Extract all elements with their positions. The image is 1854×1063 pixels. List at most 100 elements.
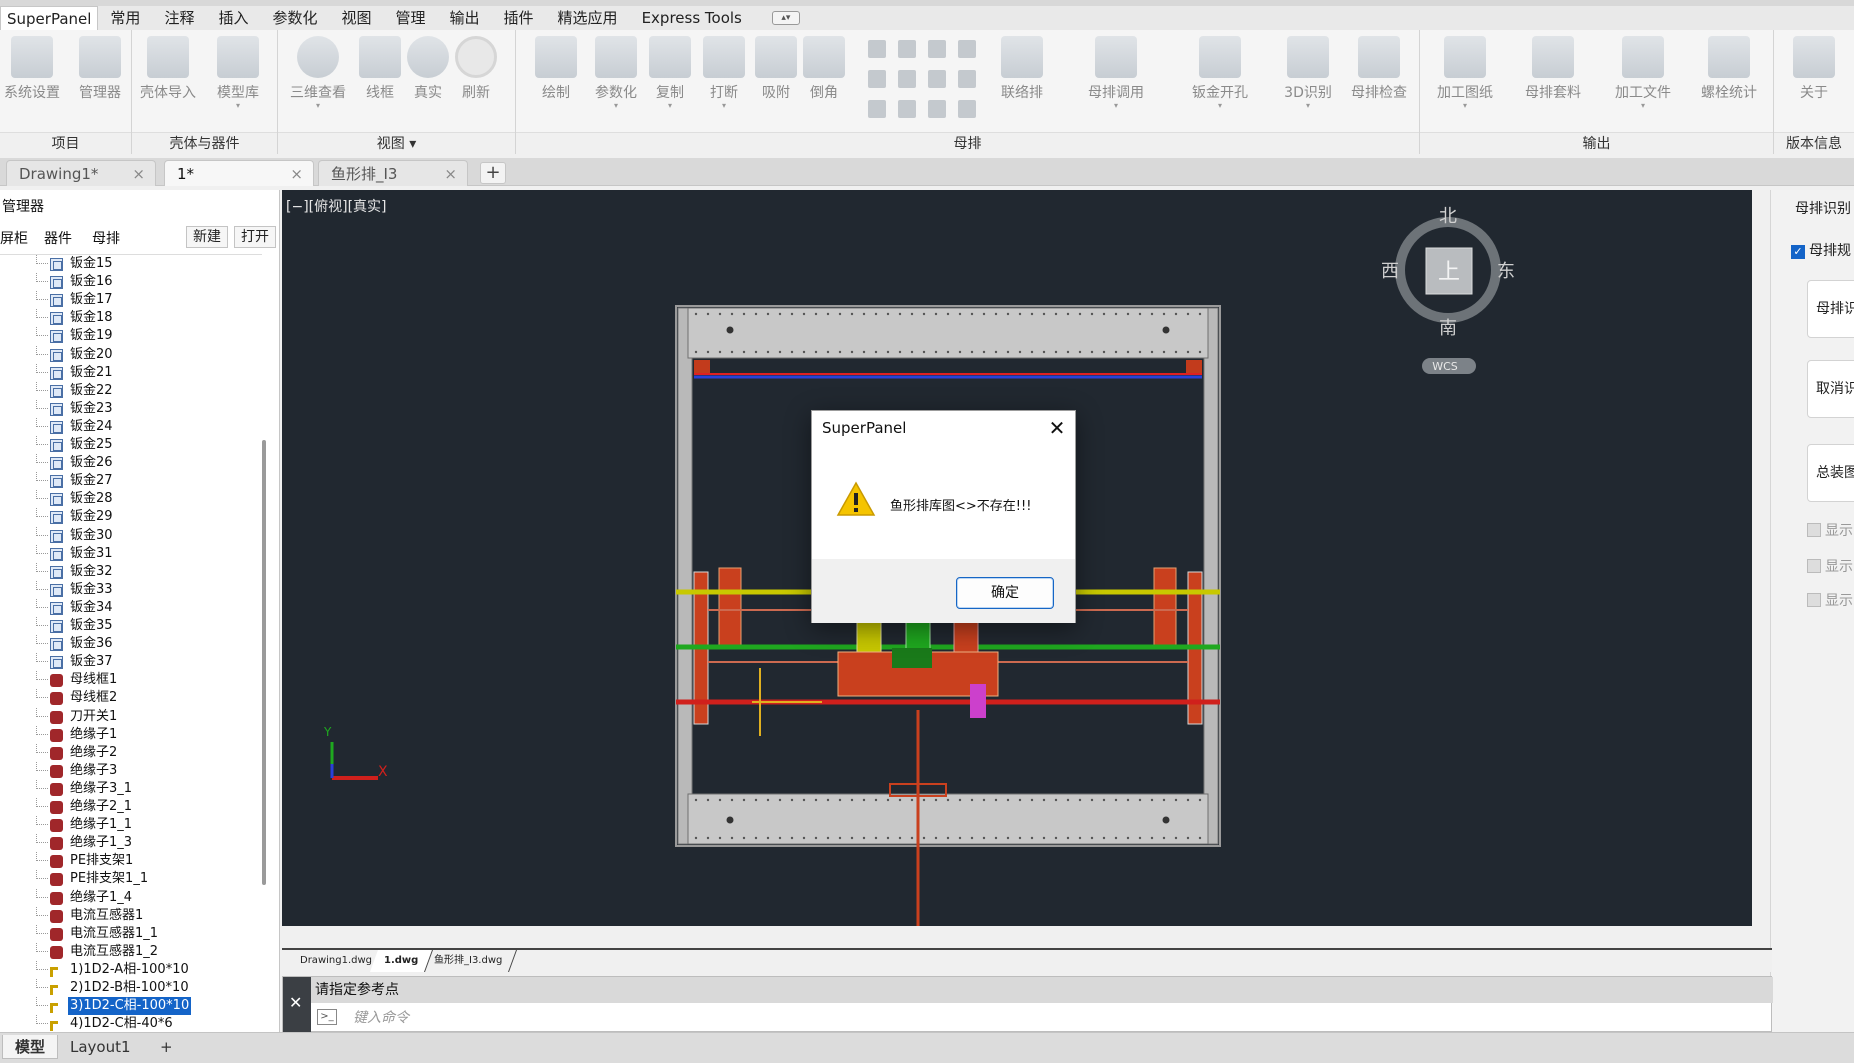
- busbar-recognize-button[interactable]: 母排识: [1807, 280, 1854, 338]
- tree-line: [36, 255, 48, 264]
- small-tool-icon[interactable]: [898, 70, 916, 88]
- tree-scrollbar[interactable]: [262, 440, 266, 885]
- machining-drawing-button[interactable]: 加工图纸 ▾: [1426, 36, 1504, 110]
- command-input[interactable]: 键入命令: [313, 1005, 1769, 1031]
- small-tool-icon[interactable]: [898, 40, 916, 58]
- close-icon[interactable]: ×: [290, 161, 303, 187]
- shell-import-button[interactable]: 壳体导入: [136, 36, 200, 102]
- 3d-recognize-button[interactable]: 3D识别 ▾: [1276, 36, 1340, 110]
- small-tool-icon[interactable]: [928, 100, 946, 118]
- component-icon: [50, 837, 63, 851]
- tree-item-label: 钣金18: [70, 310, 113, 326]
- draw-busbar-button[interactable]: 绘制: [524, 36, 588, 102]
- rivet-dot: [874, 798, 878, 802]
- viewcube-west[interactable]: 西: [1381, 261, 1399, 282]
- viewcube-south[interactable]: 南: [1439, 318, 1457, 339]
- rivet-dot: [1066, 312, 1070, 316]
- open-button[interactable]: 打开: [234, 226, 276, 248]
- about-button[interactable]: 关于: [1782, 36, 1846, 102]
- ribbon-tab-manage[interactable]: 管理: [384, 6, 438, 30]
- ribbon-group-title-view[interactable]: 视图 ▾: [278, 132, 515, 154]
- cancel-recognize-button[interactable]: 取消识: [1807, 360, 1854, 418]
- busbar-nesting-button[interactable]: 母排套料: [1514, 36, 1592, 102]
- new-tab-button[interactable]: +: [480, 162, 506, 184]
- viewcube-top-face[interactable]: 上: [1438, 260, 1460, 285]
- tab-layout1[interactable]: Layout1: [58, 1035, 143, 1059]
- component-icon: [50, 909, 63, 923]
- dialog-footer: 确定: [812, 559, 1075, 623]
- new-button[interactable]: 新建: [186, 226, 228, 248]
- small-tool-icon[interactable]: [898, 100, 916, 118]
- close-icon[interactable]: ✕: [1044, 415, 1070, 441]
- sheet-hole-button[interactable]: 钣金开孔 ▾: [1178, 36, 1262, 110]
- machining-file-button[interactable]: 加工文件 ▾: [1604, 36, 1682, 110]
- ribbon-tab-plugins[interactable]: 插件: [492, 6, 546, 30]
- sheet-metal-icon: [50, 330, 63, 344]
- show-checkbox[interactable]: 显示: [1807, 556, 1853, 576]
- tree-item-label: 钣金17: [70, 292, 113, 308]
- busbar-call-button[interactable]: 母排调用 ▾: [1074, 36, 1158, 110]
- rivet-dot: [694, 836, 698, 840]
- small-tool-icon[interactable]: [958, 100, 976, 118]
- doc-tab-drawing1[interactable]: Drawing1* ×: [6, 160, 156, 186]
- refresh-button[interactable]: 刷新: [444, 36, 508, 102]
- model-library-button[interactable]: 模型库 ▾: [206, 36, 270, 110]
- ribbon-tab-superpanel[interactable]: SuperPanel: [0, 6, 99, 30]
- ribbon-tab-express-tools[interactable]: Express Tools: [630, 6, 754, 30]
- command-grip[interactable]: ✕: [283, 977, 311, 1033]
- viewcube-north[interactable]: 北: [1439, 206, 1457, 227]
- assembly-drawing-button[interactable]: 总装图: [1807, 444, 1854, 502]
- small-tool-icon[interactable]: [868, 40, 886, 58]
- file-tab-fish-busbar[interactable]: 鱼形排_I3.dwg: [419, 950, 518, 972]
- small-tool-icon[interactable]: [928, 40, 946, 58]
- busbar-rule-checkbox[interactable]: ✓ 母排规: [1791, 240, 1851, 260]
- small-tool-icon[interactable]: [958, 40, 976, 58]
- rivet-dot: [1174, 312, 1178, 316]
- doc-tab-fish-busbar[interactable]: 鱼形排_I3 ×: [318, 160, 468, 186]
- tab-busbar[interactable]: 母排: [92, 226, 120, 252]
- rivet-dot: [766, 350, 770, 354]
- ok-button[interactable]: 确定: [956, 577, 1054, 609]
- small-tool-icon[interactable]: [928, 70, 946, 88]
- ribbon-tab-insert[interactable]: 插入: [206, 6, 260, 30]
- system-settings-button[interactable]: 系统设置: [0, 36, 64, 102]
- ribbon-tab-annotate[interactable]: 注释: [152, 6, 206, 30]
- close-icon[interactable]: ×: [444, 161, 457, 187]
- ribbon-tab-featured-apps[interactable]: 精选应用: [546, 6, 630, 30]
- ribbon-tab-common[interactable]: 常用: [98, 6, 152, 30]
- rivet-dot: [886, 798, 890, 802]
- rivet-dot: [862, 312, 866, 316]
- tree-item-label: 母线框1: [70, 672, 118, 688]
- busbar-check-button[interactable]: 母排检查: [1342, 36, 1416, 102]
- small-tool-icon[interactable]: [868, 70, 886, 88]
- small-tool-icon[interactable]: [958, 70, 976, 88]
- viewport-controls-label[interactable]: [−][俯视][真实]: [286, 196, 387, 216]
- component-icon: [50, 674, 63, 688]
- rivet-dot: [922, 798, 926, 802]
- ribbon-tab-parametric[interactable]: 参数化: [260, 6, 329, 30]
- close-icon[interactable]: ✕: [289, 993, 302, 1012]
- chamfer-busbar-button[interactable]: 倒角: [792, 36, 856, 102]
- tree-line: [36, 526, 48, 536]
- 3d-view-button[interactable]: 三维查看 ▾: [286, 36, 350, 110]
- ribbon-tab-view[interactable]: 视图: [329, 6, 383, 30]
- bolt-stats-button[interactable]: 螺栓统计: [1690, 36, 1768, 102]
- ribbon-panel: 系统设置 管理器 项目 壳体导入 模型库 ▾ 壳体与器件 三维查看 ▾ 线框 真实 …: [0, 30, 1854, 154]
- show-checkbox[interactable]: 显示: [1807, 590, 1853, 610]
- ribbon-tab-output[interactable]: 输出: [438, 6, 492, 30]
- close-icon[interactable]: ×: [132, 161, 145, 187]
- ribbon-minimize-icon[interactable]: ▴▾: [771, 11, 800, 25]
- show-checkbox[interactable]: 显示: [1807, 520, 1853, 540]
- tie-busbar-button[interactable]: 联络排: [990, 36, 1054, 102]
- tab-cabinet[interactable]: 屏柜: [0, 226, 28, 252]
- rivet-dot: [910, 836, 914, 840]
- tab-devices[interactable]: 器件: [44, 226, 72, 252]
- add-layout-button[interactable]: +: [148, 1035, 185, 1059]
- viewcube-east[interactable]: 东: [1497, 261, 1515, 282]
- drawing-icon: [1444, 36, 1486, 78]
- wcs-menu[interactable]: WCS: [1432, 360, 1458, 373]
- small-tool-icon[interactable]: [868, 100, 886, 118]
- manager-button[interactable]: 管理器: [68, 36, 132, 102]
- doc-tab-1[interactable]: 1* ×: [164, 160, 314, 186]
- tab-model[interactable]: 模型: [2, 1035, 59, 1059]
